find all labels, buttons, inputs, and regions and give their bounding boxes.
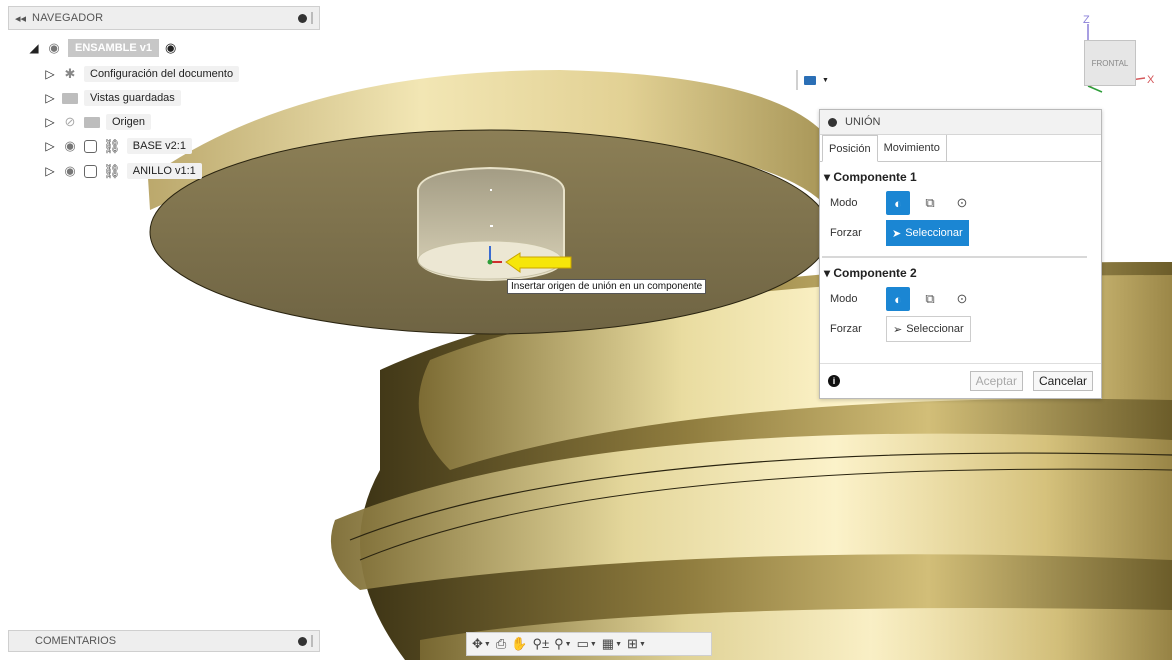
mode-label: Modo bbox=[830, 197, 858, 209]
component2-force-row: Forzar ➢ Seleccionar bbox=[820, 314, 1101, 344]
view-cube-face[interactable]: FRONTAL bbox=[1092, 59, 1129, 68]
folder-icon bbox=[84, 116, 100, 128]
two-edge-mode-icon[interactable]: ⊙ bbox=[950, 287, 974, 311]
viewports-icon[interactable]: ⊞ ▼ bbox=[627, 636, 646, 652]
look-at-icon[interactable]: ⎙ bbox=[496, 636, 506, 652]
component-icon bbox=[84, 139, 97, 153]
separator bbox=[796, 70, 798, 90]
select-label: Seleccionar bbox=[905, 227, 963, 239]
component2-mode-row: Modo ◐ ⧉ ⊙ bbox=[820, 284, 1101, 314]
tree-row-ring[interactable]: ▷ ◉ ⛓ ANILLO v1:1 bbox=[44, 161, 202, 181]
eye-icon[interactable]: ◉ bbox=[46, 40, 62, 56]
add-comment-icon[interactable] bbox=[298, 636, 307, 646]
tree-item-label[interactable]: ANILLO v1:1 bbox=[126, 163, 202, 179]
component-icon bbox=[84, 164, 97, 178]
navigation-toolbar: ✥ ▼ ⎙ ✋ ⚲± ⚲ ▼ ▭ ▼ ▦ ▼ ⊞ ▼ bbox=[466, 632, 712, 656]
navigator-title: NAVEGADOR bbox=[32, 12, 104, 24]
expand-triangle-icon[interactable]: ▷ bbox=[44, 139, 56, 153]
component1-force-row: Forzar ➤ Seleccionar bbox=[820, 218, 1101, 248]
accept-button[interactable]: Aceptar bbox=[969, 371, 1023, 391]
simple-mode-icon[interactable]: ◐ bbox=[886, 287, 910, 311]
collapse-triangle-icon[interactable]: ▾ bbox=[824, 170, 830, 184]
display-icon[interactable] bbox=[804, 75, 816, 85]
section-divider bbox=[822, 256, 1087, 258]
expand-triangle-icon[interactable]: ▷ bbox=[44, 164, 56, 178]
expand-triangle-icon[interactable]: ▷ bbox=[44, 115, 56, 129]
grid-settings-icon[interactable]: ▦ ▼ bbox=[602, 636, 622, 652]
tree-item-label[interactable]: Configuración del documento bbox=[84, 66, 240, 82]
pan-icon[interactable]: ✋ bbox=[511, 636, 527, 652]
two-edge-mode-icon[interactable]: ⊙ bbox=[950, 191, 974, 215]
dialog-footer: i Aceptar Cancelar bbox=[820, 363, 1101, 398]
display-settings-icon[interactable]: ▭ ▼ bbox=[577, 636, 597, 652]
orbit-icon[interactable]: ✥ ▼ bbox=[472, 636, 491, 652]
tab-position[interactable]: Posición bbox=[822, 135, 878, 162]
component2-select-button[interactable]: ➢ Seleccionar bbox=[886, 316, 971, 342]
eye-icon[interactable]: ◉ bbox=[62, 163, 78, 179]
component2-header: Componente 2 bbox=[833, 266, 917, 280]
tab-motion[interactable]: Movimiento bbox=[878, 135, 947, 161]
force-label: Forzar bbox=[830, 323, 862, 335]
tooltip: Insertar origen de unión en un component… bbox=[507, 279, 707, 294]
resize-handle[interactable] bbox=[311, 635, 313, 647]
navigator-header[interactable]: ◂◂ NAVEGADOR bbox=[8, 6, 320, 30]
chevron-down-icon[interactable]: ▼ bbox=[822, 77, 829, 84]
axis-z-label: Z bbox=[1083, 14, 1090, 26]
pin-icon[interactable] bbox=[298, 13, 307, 23]
fit-icon[interactable]: ⚲ ▼ bbox=[554, 636, 571, 652]
navigator-pin[interactable] bbox=[298, 12, 313, 24]
cursor-arrow-icon: ➤ bbox=[892, 227, 902, 240]
link-icon: ⛓ bbox=[103, 137, 121, 154]
dialog-title-bar[interactable]: UNIÓN bbox=[820, 110, 1101, 135]
tree-row-saved-views[interactable]: ▷ Vistas guardadas bbox=[44, 88, 181, 108]
collapse-left-icon[interactable]: ◂◂ bbox=[15, 12, 26, 25]
tree-item-label[interactable]: Vistas guardadas bbox=[84, 90, 181, 106]
component1-section-header[interactable]: ▾ Componente 1 bbox=[820, 162, 1101, 184]
tree-row-base[interactable]: ▷ ◉ ⛓ BASE v2:1 bbox=[44, 136, 192, 156]
expand-triangle-icon[interactable]: ◢ bbox=[28, 41, 40, 55]
dialog-title: UNIÓN bbox=[845, 116, 881, 128]
component1-header: Componente 1 bbox=[833, 170, 917, 184]
resize-handle[interactable] bbox=[311, 12, 313, 24]
between-faces-mode-icon[interactable]: ⧉ bbox=[918, 191, 942, 215]
collapse-icon[interactable] bbox=[828, 117, 837, 127]
joint-dialog: UNIÓN Posición Movimiento ▾ Componente 1… bbox=[819, 109, 1102, 399]
tree-row-settings[interactable]: ▷ ✱ Configuración del documento bbox=[44, 64, 240, 84]
activate-icon[interactable]: ◉ bbox=[165, 40, 176, 56]
expand-triangle-icon[interactable]: ▷ bbox=[44, 67, 56, 81]
component2-section-header[interactable]: ▾ Componente 2 bbox=[820, 264, 1101, 280]
force-label: Forzar bbox=[830, 227, 862, 239]
zoom-icon[interactable]: ⚲± bbox=[532, 636, 549, 652]
select-label: Seleccionar bbox=[906, 323, 964, 335]
dialog-tabs: Posición Movimiento bbox=[820, 135, 1101, 162]
simple-mode-icon[interactable]: ◐ bbox=[886, 191, 910, 215]
comments-panel[interactable]: COMENTARIOS bbox=[8, 630, 320, 652]
assembly-label[interactable]: ENSAMBLE v1 bbox=[68, 39, 160, 57]
gear-icon: ✱ bbox=[64, 66, 76, 81]
link-icon: ⛓ bbox=[103, 162, 121, 179]
cursor-arrow-icon: ➢ bbox=[893, 323, 903, 336]
component1-mode-row: Modo ◐ ⧉ ⊙ bbox=[820, 188, 1101, 218]
component1-select-button[interactable]: ➤ Seleccionar bbox=[886, 220, 969, 246]
info-icon[interactable]: i bbox=[828, 375, 840, 387]
hidden-eye-icon[interactable]: ⊘ bbox=[62, 114, 78, 130]
mode-label: Modo bbox=[830, 293, 858, 305]
tree-row-assembly[interactable]: ◢ ◉ ENSAMBLE v1 ◉ bbox=[28, 38, 176, 58]
between-faces-mode-icon[interactable]: ⧉ bbox=[918, 287, 942, 311]
tree-row-origin[interactable]: ▷ ⊘ Origen bbox=[44, 112, 152, 132]
folder-icon bbox=[62, 92, 78, 104]
tree-item-label[interactable]: BASE v2:1 bbox=[126, 138, 192, 154]
comments-title: COMENTARIOS bbox=[35, 635, 117, 647]
eye-icon[interactable]: ◉ bbox=[62, 138, 78, 154]
comments-pin[interactable] bbox=[298, 635, 313, 647]
display-control[interactable]: ▼ bbox=[796, 70, 836, 90]
axis-x-label: X bbox=[1147, 74, 1155, 86]
collapse-triangle-icon[interactable]: ▾ bbox=[824, 266, 830, 280]
view-cube[interactable]: FRONTAL bbox=[1084, 40, 1136, 86]
tree-item-label[interactable]: Origen bbox=[106, 114, 152, 130]
cancel-button[interactable]: Cancelar bbox=[1032, 371, 1093, 391]
expand-triangle-icon[interactable]: ▷ bbox=[44, 91, 56, 105]
